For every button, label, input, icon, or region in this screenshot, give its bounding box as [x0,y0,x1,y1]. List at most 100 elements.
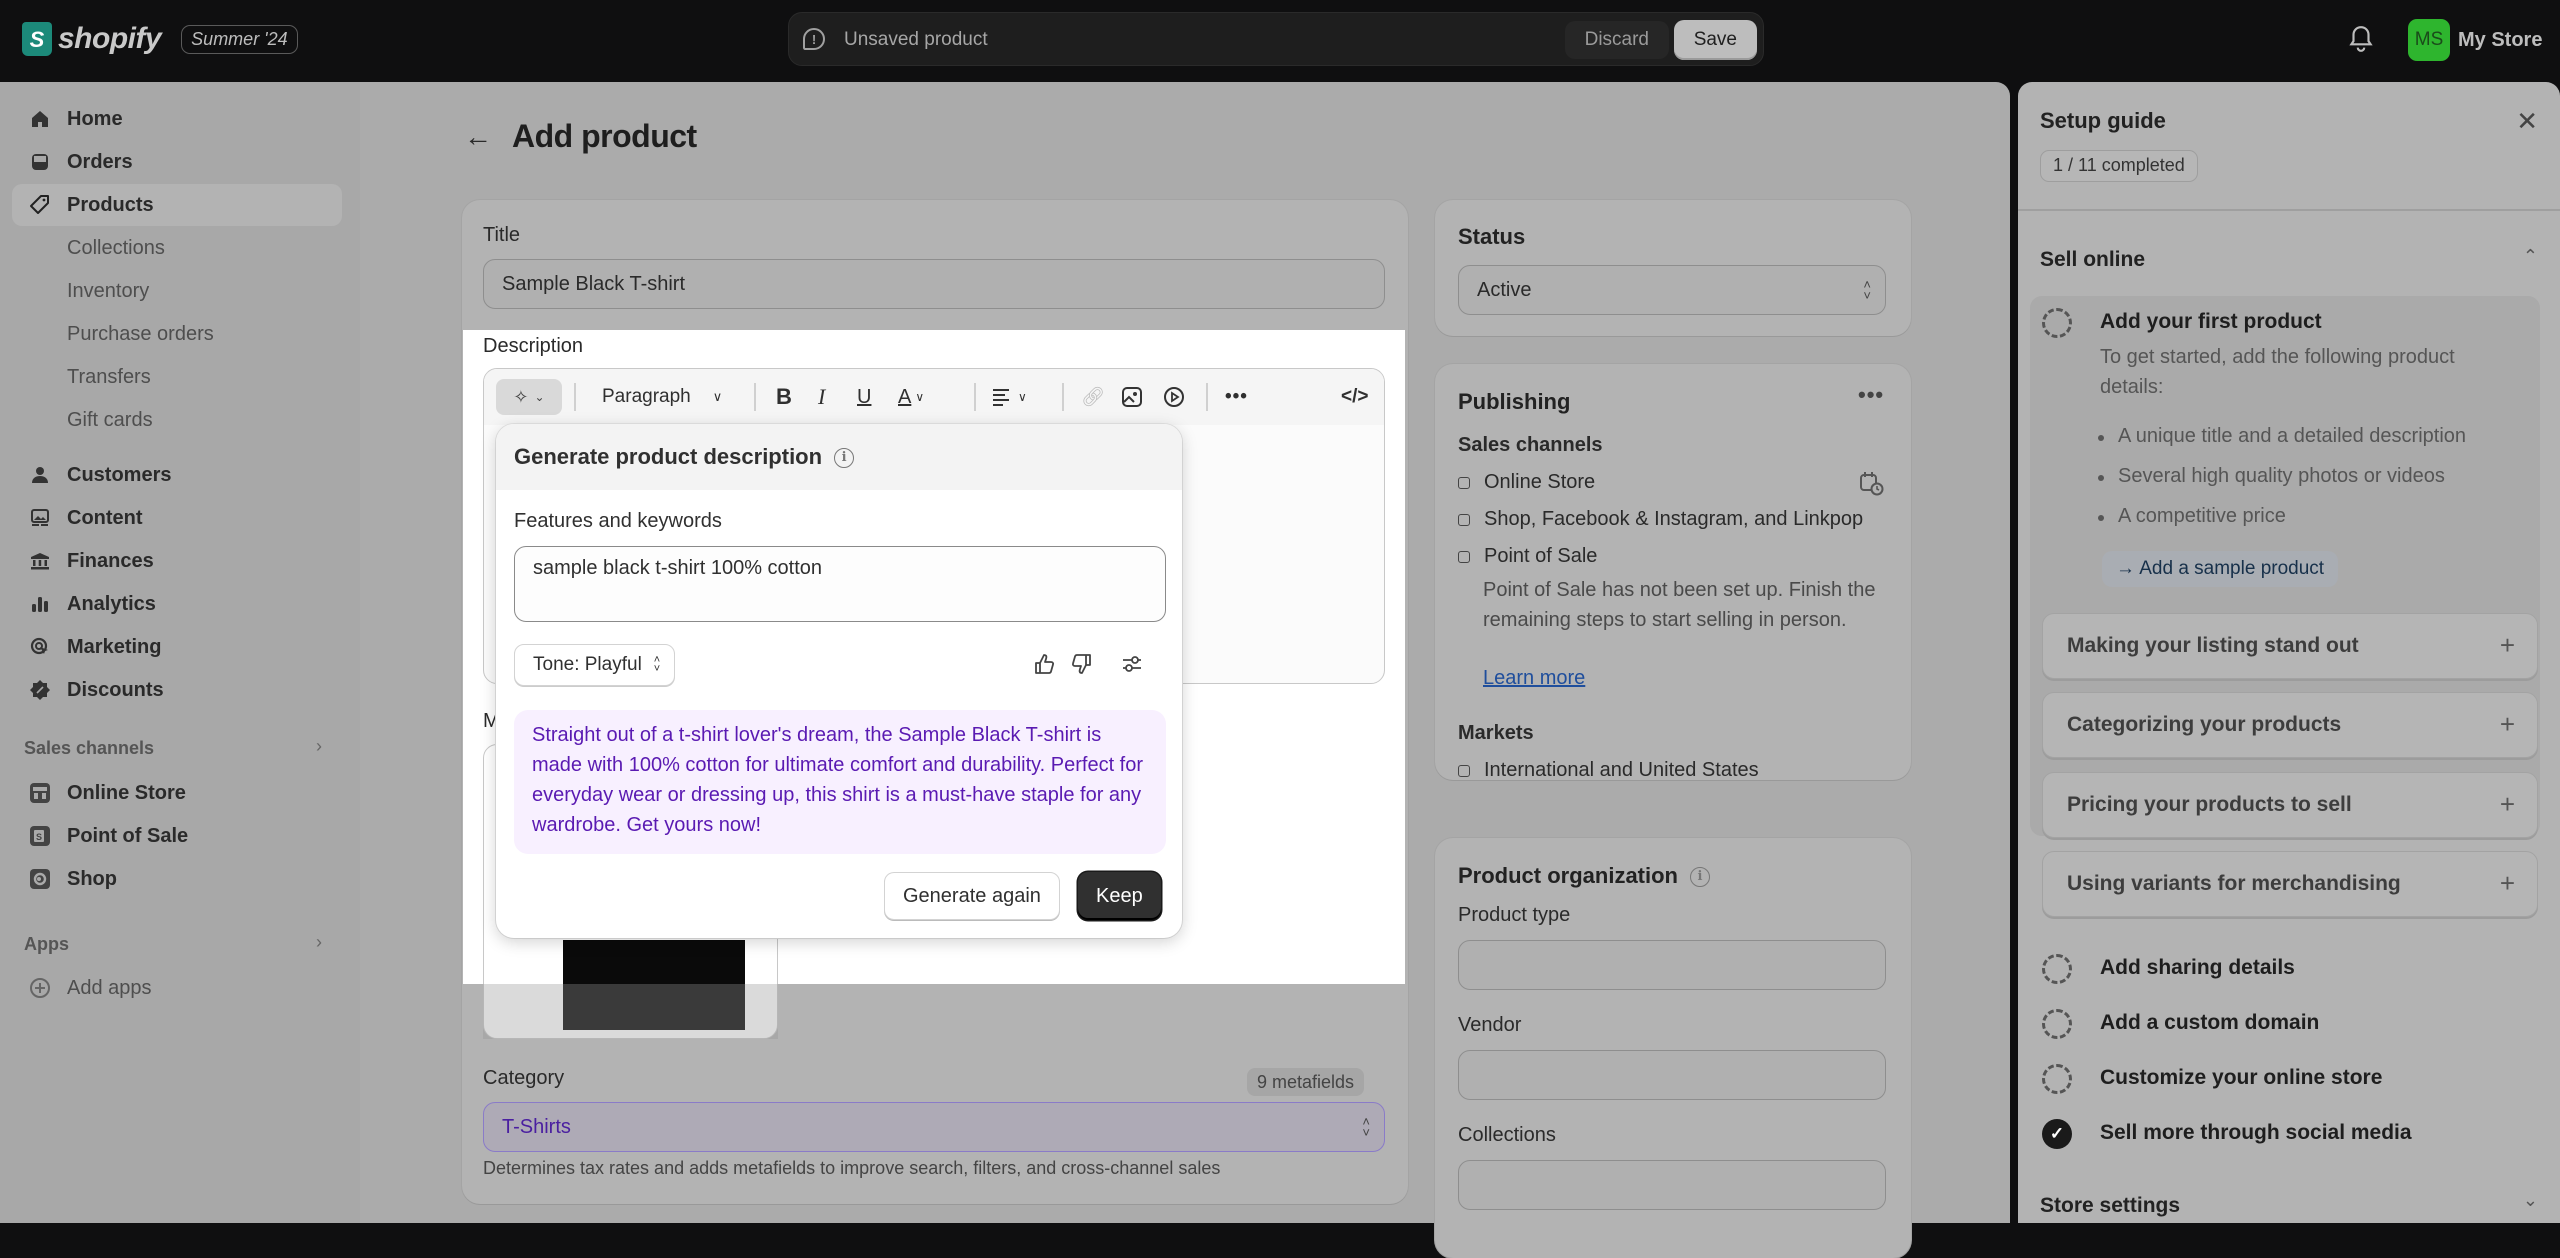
task-customize-store[interactable]: Customize your online store [2100,1066,2382,1090]
sidebar-item-finances[interactable]: Finances [12,540,342,582]
bell-icon[interactable] [2348,24,2374,54]
task-custom-domain[interactable]: Add a custom domain [2100,1011,2319,1035]
channel-point-of-sale: Point of Sale [1458,545,1597,568]
sidebar-item-customers[interactable]: Customers [12,454,342,496]
underline-icon[interactable]: U [857,383,871,411]
info-icon[interactable]: i [1690,867,1710,888]
product-type-input[interactable] [1458,940,1886,990]
sidebar-item-inventory[interactable]: Inventory [12,270,342,312]
sidebar-item-products[interactable]: Products [12,184,342,226]
sidebar-item-discounts[interactable]: Discounts [12,669,342,711]
chevron-right-icon[interactable]: › [316,736,322,757]
back-arrow-icon[interactable]: ← [464,121,492,153]
sidebar-item-orders[interactable]: Orders [12,141,342,183]
task-add-first-product[interactable]: Add your first product [2100,310,2322,334]
save-button[interactable]: Save [1673,20,1757,60]
shopify-logo[interactable]: S shopify Summer '24 [22,22,298,56]
info-icon[interactable]: i [834,448,855,469]
incomplete-task-icon[interactable] [2042,954,2072,984]
ai-generate-button[interactable]: ✧ ⌄ [496,379,562,415]
sell-online-heading[interactable]: Sell online [2040,248,2145,272]
sidebar-item-label: Online Store [67,781,186,804]
image-icon [29,507,51,529]
product-type-label: Product type [1458,904,1571,926]
metafields-badge[interactable]: 9 metafields [1247,1068,1365,1096]
incomplete-task-icon[interactable] [2042,308,2072,338]
sidebar-item-collections[interactable]: Collections [12,227,342,269]
publishing-card [1435,364,1911,780]
sidebar-item-purchase-orders[interactable]: Purchase orders [12,313,342,355]
sidebar-item-transfers[interactable]: Transfers [12,356,342,398]
tone-select[interactable]: Tone: Playful ˄ ˅ [514,644,676,686]
title-input[interactable]: Sample Black T-shirt [483,259,1385,309]
keep-button[interactable]: Keep [1078,872,1161,920]
insert-image-icon[interactable] [1121,383,1143,411]
more-formatting-icon[interactable]: ••• [1225,383,1248,411]
link-icon[interactable]: 🔗︎ [1081,383,1105,411]
toolbar-divider [574,383,576,411]
chevron-up-icon[interactable]: ⌃ [2523,246,2538,267]
sidebar-item-point-of-sale[interactable]: S Point of Sale [12,815,342,857]
sidebar-item-marketing[interactable]: Marketing [12,626,342,668]
vendor-input[interactable] [1458,1050,1886,1100]
generate-again-button[interactable]: Generate again [884,872,1060,920]
incomplete-task-icon[interactable] [2042,1064,2072,1094]
text-color-icon[interactable]: A ∨ [898,383,924,411]
task-social-media[interactable]: Sell more through social media [2100,1121,2412,1145]
category-select[interactable]: T-Shirts ˄ ˅ [483,1102,1385,1152]
sales-channels-heading[interactable]: Sales channels [24,738,154,759]
store-name: My Store [2458,28,2543,51]
chevron-right-icon[interactable]: › [316,932,322,953]
sidebar-item-label: Shop [67,867,117,890]
sidebar-item-analytics[interactable]: Analytics [12,583,342,625]
select-arrows-icon: ˄ ˅ [1362,1114,1370,1140]
schedule-calendar-icon[interactable] [1858,470,1884,496]
sparkle-icon: ✧ [513,386,529,407]
chevron-down-icon[interactable]: ⌄ [2523,1190,2538,1211]
align-icon[interactable]: ∨ [992,383,1027,411]
channel-online-store: Online Store [1458,471,1595,494]
edition-badge[interactable]: Summer '24 [181,24,298,54]
sidebar-item-add-apps[interactable]: Add apps [12,967,342,1009]
shopify-bag-icon: S [22,22,52,56]
accordion-listing-stand-out[interactable]: Making your listing stand out + [2042,613,2538,679]
category-label: Category [483,1067,565,1089]
sidebar-item-shop[interactable]: Shop [12,858,342,900]
sidebar-item-content[interactable]: Content [12,497,342,539]
add-sample-product-button[interactable]: → Add a sample product [2102,551,2339,587]
code-view-icon[interactable]: </> [1341,383,1368,411]
accordion-pricing[interactable]: Pricing your products to sell + [2042,772,2538,838]
sidebar-item-gift-cards[interactable]: Gift cards [12,399,342,441]
apps-heading[interactable]: Apps [24,934,69,955]
status-value: Active [1477,278,1532,301]
discard-button[interactable]: Discard [1564,21,1669,59]
sidebar-item-home[interactable]: Home [12,98,342,140]
sidebar-item-online-store[interactable]: Online Store [12,772,342,814]
settings-sliders-icon[interactable] [1118,650,1146,678]
collections-input[interactable] [1458,1160,1886,1210]
page-header: ← Add product [464,118,697,155]
italic-icon[interactable]: I [818,383,825,411]
sidebar-item-label: Analytics [67,592,156,615]
more-actions-icon[interactable]: ••• [1858,382,1884,408]
incomplete-task-icon[interactable] [2042,1009,2072,1039]
keywords-input[interactable]: sample black t-shirt 100% cotton [514,546,1166,622]
accordion-variants[interactable]: Using variants for merchandising + [2042,851,2538,917]
accordion-label: Pricing your products to sell [2067,793,2352,816]
status-select[interactable]: Active ˄ ˅ [1458,265,1886,315]
learn-more-link[interactable]: Learn more [1483,667,1585,690]
check-circle-icon[interactable]: ✓ [2042,1119,2072,1149]
close-icon[interactable]: ✕ [2516,106,2538,137]
thumbs-up-icon[interactable] [1030,650,1058,678]
store-menu[interactable]: MS My Store [2408,19,2542,61]
chevron-down-icon: ⌄ [534,390,545,404]
thumbs-down-icon[interactable] [1068,650,1096,678]
bold-icon[interactable]: B [776,383,792,411]
accordion-categorizing[interactable]: Categorizing your products + [2042,692,2538,758]
task-sharing-details[interactable]: Add sharing details [2100,956,2295,980]
accordion-label: Making your listing stand out [2067,634,2359,657]
insert-video-icon[interactable] [1163,383,1185,411]
store-icon [29,782,51,804]
paragraph-dropdown[interactable]: Paragraph ∨ [602,383,722,411]
store-settings-heading[interactable]: Store settings [2040,1194,2180,1218]
